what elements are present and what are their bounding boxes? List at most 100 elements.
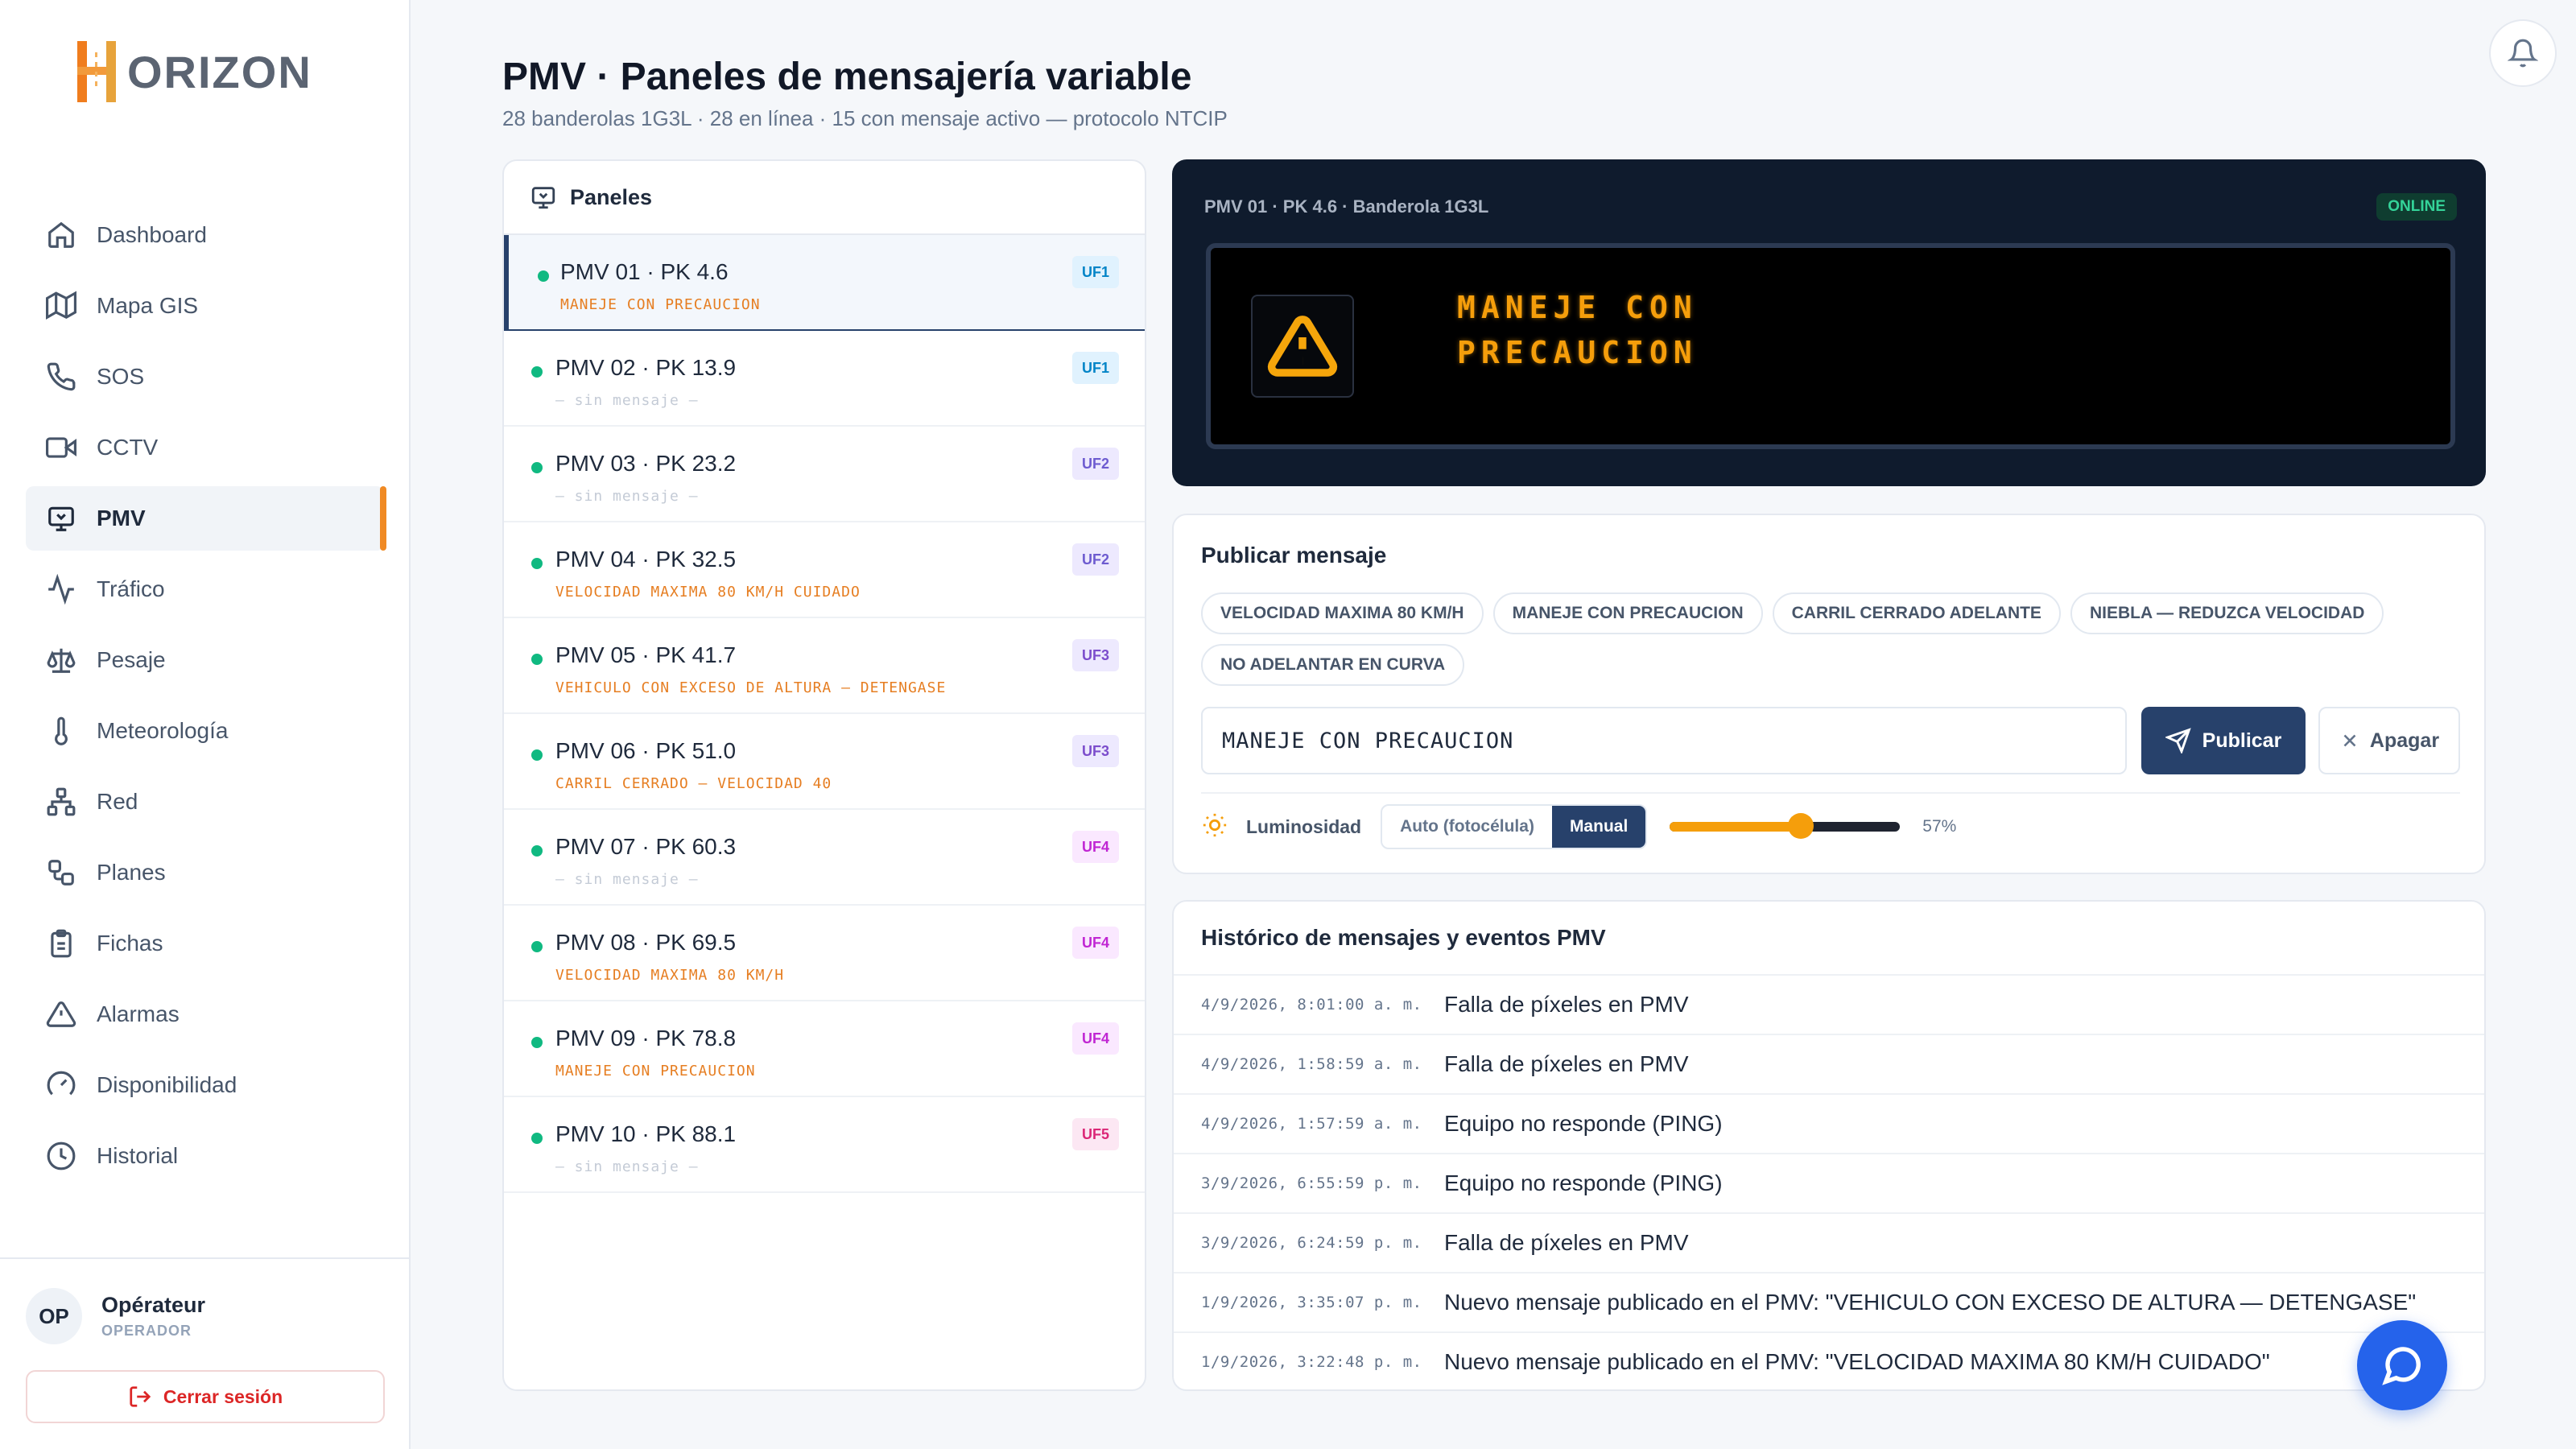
history-row: 4/9/2026, 1:58:59 a. m. Falla de píxeles …	[1174, 1035, 2484, 1095]
sidebar-item-dashboard[interactable]: Dashboard	[26, 203, 385, 267]
led-line-1: MANEJE CON	[1457, 290, 1698, 325]
sidebar-item-label: SOS	[97, 364, 145, 389]
online-status-dot	[531, 749, 543, 761]
panel-row[interactable]: PMV 03 · PK 23.2 — sin mensaje — UF2	[504, 427, 1145, 522]
history-row: 3/9/2026, 6:55:59 p. m. Equipo no respond…	[1174, 1154, 2484, 1214]
led-message: MANEJE CON PRECAUCION	[1457, 285, 1698, 375]
history-row: 1/9/2026, 3:35:07 p. m. Nuevo mensaje pub…	[1174, 1274, 2484, 1333]
panel-row[interactable]: PMV 10 · PK 88.1 — sin mensaje — UF5	[504, 1097, 1145, 1193]
panel-message: VEHICULO CON EXCESO DE ALTURA — DETENGAS…	[555, 679, 947, 696]
chat-button[interactable]	[2357, 1320, 2447, 1410]
panel-message: — sin mensaje —	[555, 1158, 699, 1175]
uf-badge: UF4	[1071, 927, 1119, 959]
logout-button[interactable]: Cerrar sesión	[26, 1370, 385, 1423]
brightness-mode-toggle: Auto (fotocélula) Manual	[1381, 804, 1648, 849]
scale-icon	[45, 644, 77, 676]
sidebar-item-meteorolog-a[interactable]: Meteorología	[26, 699, 385, 763]
sidebar-footer: OP Opérateur OPERADOR Cerrar sesión	[0, 1257, 411, 1449]
preset-chip[interactable]: MANEJE CON PRECAUCION	[1492, 592, 1763, 634]
page-title: PMV · Paneles de mensajería variable	[502, 56, 1192, 98]
user-profile[interactable]: OP Opérateur OPERADOR	[26, 1288, 205, 1344]
event-description: Equipo no responde (PING)	[1444, 1111, 1723, 1136]
sidebar-item-red[interactable]: Red	[26, 770, 385, 834]
alert-triangle-icon	[45, 998, 77, 1030]
event-timestamp: 3/9/2026, 6:24:59 p. m.	[1201, 1234, 1422, 1252]
clock-icon	[45, 1140, 77, 1172]
sidebar-item-sos[interactable]: SOS	[26, 345, 385, 409]
uf-badge: UF3	[1071, 639, 1119, 671]
event-description: Nuevo mensaje publicado en el PMV: "VELO…	[1444, 1349, 2270, 1374]
online-status-dot	[531, 1037, 543, 1048]
sidebar-item-pesaje[interactable]: Pesaje	[26, 628, 385, 692]
sun-icon	[1201, 811, 1228, 843]
sidebar-item-historial[interactable]: Historial	[26, 1124, 385, 1188]
bell-icon	[2508, 39, 2538, 68]
mode-manual-option[interactable]: Manual	[1551, 806, 1646, 848]
panel-row[interactable]: PMV 02 · PK 13.9 — sin mensaje — UF1	[504, 331, 1145, 427]
panel-name: PMV 01 · PK 4.6	[560, 259, 729, 284]
uf-badge: UF2	[1071, 543, 1119, 576]
sidebar-item-cctv[interactable]: CCTV	[26, 415, 385, 480]
led-display: MANEJE CON PRECAUCION	[1206, 243, 2455, 449]
uf-badge: UF3	[1071, 735, 1119, 767]
sidebar-item-tr-fico[interactable]: Tráfico	[26, 557, 385, 621]
warning-icon	[1251, 295, 1354, 398]
panel-row[interactable]: PMV 01 · PK 4.6 MANEJE CON PRECAUCION UF1	[504, 235, 1145, 331]
preset-chip[interactable]: NO ADELANTAR EN CURVA	[1201, 644, 1465, 686]
sidebar-item-planes[interactable]: Planes	[26, 840, 385, 905]
panels-title: Paneles	[570, 184, 653, 209]
panel-row[interactable]: PMV 04 · PK 32.5 VELOCIDAD MAXIMA 80 KM/H…	[504, 522, 1145, 618]
sidebar-item-alarmas[interactable]: Alarmas	[26, 982, 385, 1046]
sidebar: ORIZON Dashboard Mapa GIS SOS CCTV PMV Tráfic…	[0, 0, 411, 1449]
slider-handle[interactable]	[1788, 813, 1814, 839]
history-row: 4/9/2026, 8:01:00 a. m. Falla de píxeles …	[1174, 976, 2484, 1035]
turn-off-label: Apagar	[2369, 729, 2440, 752]
turn-off-button[interactable]: Apagar	[2318, 707, 2460, 774]
preset-chip[interactable]: NIEBLA — REDUZCA VELOCIDAD	[2070, 592, 2384, 634]
sidebar-item-disponibilidad[interactable]: Disponibilidad	[26, 1053, 385, 1117]
panel-row[interactable]: PMV 05 · PK 41.7 VEHICULO CON EXCESO DE A…	[504, 618, 1145, 714]
panel-message: VELOCIDAD MAXIMA 80 KM/H CUIDADO	[555, 584, 861, 601]
event-description: Falla de píxeles en PMV	[1444, 992, 1689, 1017]
panel-row[interactable]: PMV 06 · PK 51.0 CARRIL CERRADO — VELOCID…	[504, 714, 1145, 810]
panel-row[interactable]: PMV 08 · PK 69.5 VELOCIDAD MAXIMA 80 KM/H…	[504, 906, 1145, 1001]
sidebar-item-mapa-gis[interactable]: Mapa GIS	[26, 274, 385, 338]
online-status-dot	[531, 462, 543, 473]
uf-badge: UF2	[1071, 448, 1119, 480]
logout-icon	[130, 1386, 151, 1407]
preset-chips: VELOCIDAD MAXIMA 80 KM/H MANEJE CON PRECA…	[1201, 592, 2457, 696]
event-description: Equipo no responde (PING)	[1444, 1170, 1723, 1195]
page-subtitle: 28 banderolas 1G3L · 28 en línea · 15 co…	[502, 106, 1228, 130]
panel-message: MANEJE CON PRECAUCION	[555, 1063, 756, 1080]
preset-chip[interactable]: CARRIL CERRADO ADELANTE	[1772, 592, 2061, 634]
user-role: OPERADOR	[101, 1323, 192, 1339]
online-status-dot	[531, 558, 543, 569]
preset-chip[interactable]: VELOCIDAD MAXIMA 80 KM/H	[1201, 592, 1484, 634]
panel-row[interactable]: PMV 07 · PK 60.3 — sin mensaje — UF4	[504, 810, 1145, 906]
notifications-button[interactable]	[2489, 19, 2557, 87]
panel-row[interactable]: PMV 09 · PK 78.8 MANEJE CON PRECAUCION UF4	[504, 1001, 1145, 1097]
clipboard-icon	[45, 927, 77, 960]
slider-fill	[1670, 822, 1802, 832]
online-status-dot	[531, 941, 543, 952]
panel-message: VELOCIDAD MAXIMA 80 KM/H	[555, 967, 785, 984]
sidebar-item-label: Fichas	[97, 931, 163, 956]
uf-badge: UF1	[1071, 352, 1119, 384]
sidebar-item-pmv[interactable]: PMV	[26, 486, 386, 551]
sidebar-item-label: CCTV	[97, 435, 159, 460]
brightness-slider[interactable]	[1670, 813, 1901, 839]
divider	[1201, 792, 2460, 794]
network-icon	[45, 786, 77, 818]
orizon-logo[interactable]: ORIZON	[74, 35, 312, 108]
event-timestamp: 4/9/2026, 1:58:59 a. m.	[1201, 1055, 1422, 1073]
history-row: 3/9/2026, 6:24:59 p. m. Falla de píxeles …	[1174, 1214, 2484, 1274]
publish-button[interactable]: Publicar	[2141, 707, 2306, 774]
sidebar-item-label: Meteorología	[97, 718, 229, 743]
message-input[interactable]	[1201, 707, 2127, 774]
mode-auto-option[interactable]: Auto (fotocélula)	[1382, 806, 1552, 848]
panel-name: PMV 10 · PK 88.1	[555, 1121, 737, 1146]
sidebar-item-label: PMV	[97, 506, 146, 530]
status-badge: ONLINE	[2376, 193, 2457, 221]
sidebar-item-fichas[interactable]: Fichas	[26, 911, 385, 976]
close-icon	[2343, 734, 2356, 747]
